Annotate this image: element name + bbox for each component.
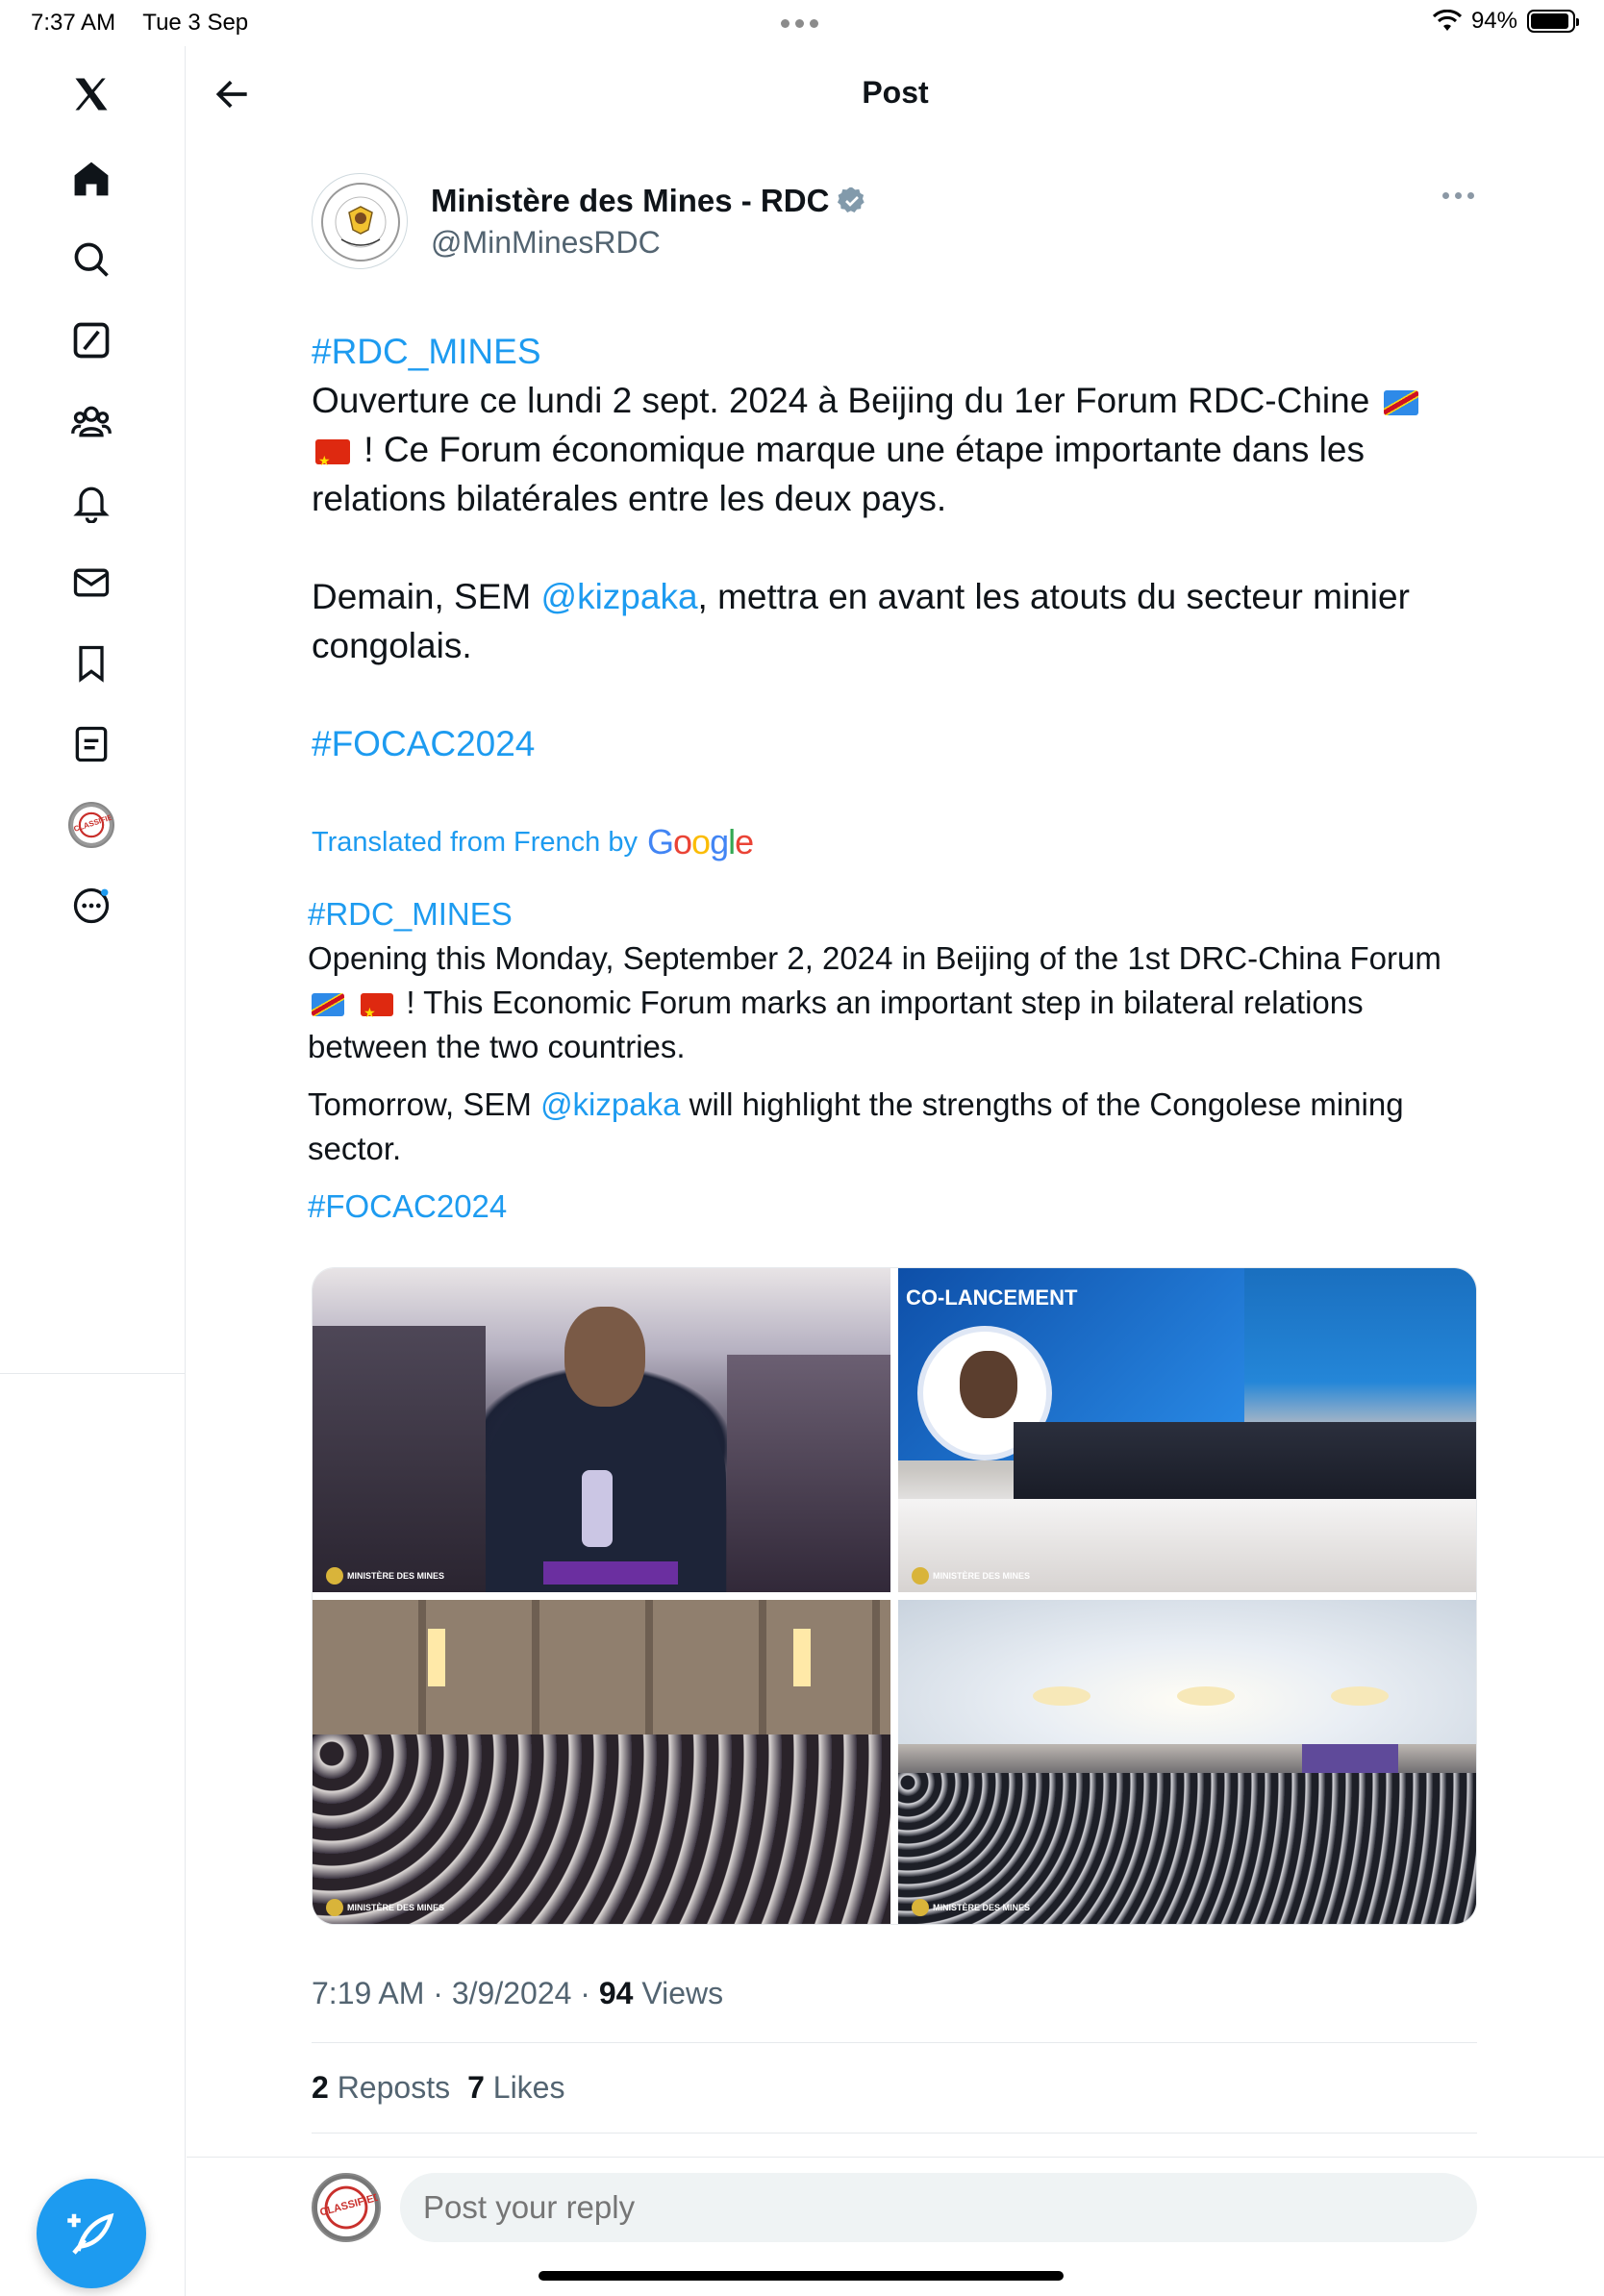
likes-link[interactable]: 7 Likes <box>467 2070 564 2105</box>
page-title: Post <box>862 75 929 110</box>
post-text-translation: #RDC_MINES Opening this Monday, Septembe… <box>308 892 1481 1242</box>
screen-banner-text: CO-LANCEMENT <box>906 1285 1078 1310</box>
post-more-icon[interactable] <box>1442 192 1474 199</box>
profile-avatar[interactable]: CLASSIFIED <box>61 794 122 856</box>
photo-watermark: MINISTÈRE DES MINES <box>326 1899 444 1916</box>
multitask-dots-icon[interactable] <box>781 19 818 28</box>
author-avatar[interactable] <box>312 173 408 269</box>
post-text-original: #RDC_MINES Ouverture ce lundi 2 sept. 20… <box>312 327 1466 768</box>
post-photo-3[interactable]: MINISTÈRE DES MINES <box>313 1600 890 1924</box>
sidebar-nav: CLASSIFIED <box>0 46 186 2296</box>
hashtag-link[interactable]: #FOCAC2024 <box>308 1188 507 1224</box>
google-logo: Google <box>647 822 754 861</box>
divider <box>312 2042 1477 2043</box>
battery-icon <box>1527 10 1579 33</box>
author-name[interactable]: Ministère des Mines - RDC <box>431 183 867 219</box>
post-timestamp-views: 7:19 AM · 3/9/2024 · 94 Views <box>312 1976 724 2010</box>
reply-user-avatar[interactable]: CLASSIFIED <box>312 2173 381 2242</box>
post-photo-1[interactable]: MINISTÈRE DES MINES <box>313 1268 890 1592</box>
sidebar-divider <box>0 1373 186 1374</box>
lists-icon[interactable] <box>61 713 122 775</box>
reposts-link[interactable]: 2 Reposts <box>312 2070 450 2105</box>
bookmarks-icon[interactable] <box>61 633 122 694</box>
reply-input[interactable] <box>400 2173 1477 2242</box>
search-icon[interactable] <box>61 229 122 290</box>
notifications-bell-icon[interactable] <box>61 471 122 533</box>
mention-link[interactable]: @kizpaka <box>541 577 698 616</box>
communities-icon[interactable] <box>61 390 122 452</box>
photo-watermark: MINISTÈRE DES MINES <box>326 1567 444 1585</box>
hashtag-link[interactable]: #RDC_MINES <box>312 332 541 371</box>
drc-flag-icon <box>1383 390 1418 415</box>
compose-post-button[interactable] <box>37 2179 146 2288</box>
author-handle[interactable]: @MinMinesRDC <box>431 225 661 261</box>
translated-by-google: Translated from French by Google <box>312 822 754 861</box>
hashtag-link[interactable]: #RDC_MINES <box>308 896 513 932</box>
status-bar: 7:37 AM Tue 3 Sep 94% <box>0 0 1604 46</box>
feather-plus-icon <box>67 2212 114 2255</box>
drc-government-seal-icon <box>321 183 400 262</box>
post-timestamp[interactable]: 7:19 AM · 3/9/2024 · <box>312 1976 599 2010</box>
home-icon[interactable] <box>61 148 122 210</box>
hashtag-link[interactable]: #FOCAC2024 <box>312 724 535 763</box>
post-media-grid: MINISTÈRE DES MINES CO-LANCEMENT MINISTÈ… <box>312 1267 1477 1925</box>
battery-percent: 94% <box>1470 8 1517 34</box>
home-indicator[interactable] <box>539 2271 1064 2281</box>
post-header: Post <box>187 46 1604 142</box>
status-time: 7:37 AM <box>31 10 116 36</box>
photo-watermark: MINISTÈRE DES MINES <box>912 1567 1030 1585</box>
engagement-stats: 2 Reposts 7 Likes <box>312 2070 564 2106</box>
divider <box>312 2133 1477 2134</box>
post-photo-4[interactable]: MINISTÈRE DES MINES <box>898 1600 1476 1924</box>
china-flag-icon <box>315 437 350 486</box>
photo-watermark: MINISTÈRE DES MINES <box>912 1899 1030 1916</box>
verified-badge-icon <box>838 187 865 212</box>
wifi-icon <box>1432 10 1462 31</box>
views-count: 94 <box>598 1976 634 2010</box>
divider <box>187 2157 1604 2158</box>
china-flag-icon <box>361 990 394 1035</box>
x-logo-icon[interactable] <box>61 63 122 125</box>
post-photo-2[interactable]: CO-LANCEMENT MINISTÈRE DES MINES <box>898 1268 1476 1592</box>
drc-flag-icon <box>312 993 344 1016</box>
mention-link[interactable]: @kizpaka <box>540 1086 680 1122</box>
more-options-icon[interactable] <box>61 875 122 936</box>
messages-envelope-icon[interactable] <box>61 552 122 613</box>
status-date: Tue 3 Sep <box>142 10 249 36</box>
grok-icon[interactable] <box>61 310 122 371</box>
